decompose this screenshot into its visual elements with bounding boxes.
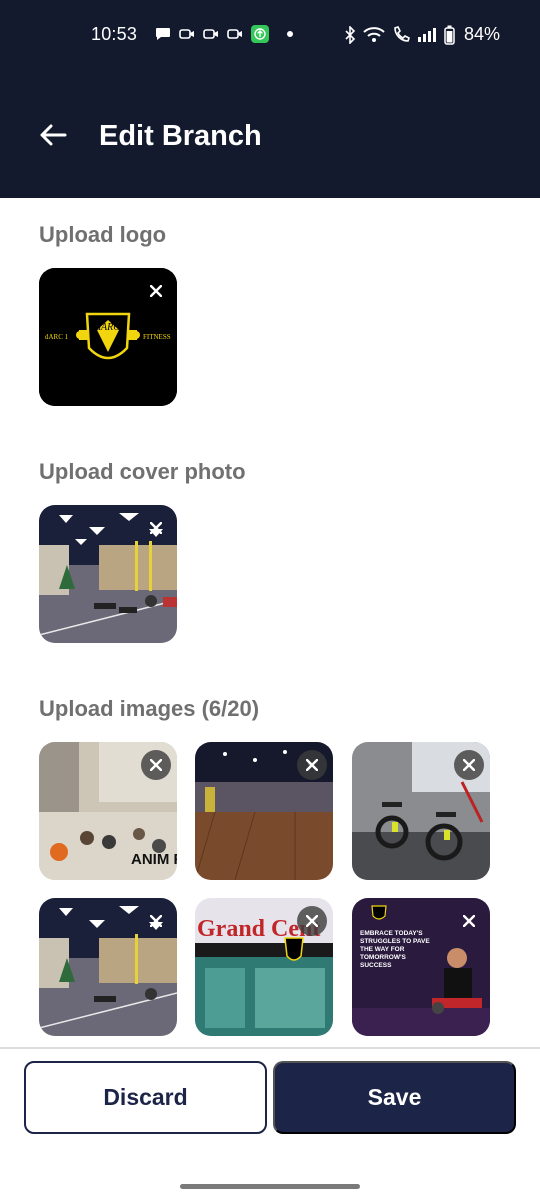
chat-bubble-icon: [156, 28, 170, 40]
logo-left-text: dARC 1: [45, 333, 69, 341]
signal-icon: [417, 27, 436, 42]
wifi-call-icon: [394, 25, 410, 42]
status-bar: 10:53 84%: [0, 22, 540, 48]
home-indicator[interactable]: [180, 1184, 360, 1189]
close-icon: [306, 759, 318, 771]
page-title: Edit Branch: [99, 120, 262, 152]
video-icon: [179, 29, 194, 39]
gallery-image[interactable]: Grand Cent: [195, 898, 333, 1036]
app-header: 10:53 84% Edit Branch: [0, 0, 540, 198]
close-icon: [150, 915, 162, 927]
save-button[interactable]: Save: [273, 1061, 516, 1134]
remove-cover-button[interactable]: [141, 513, 171, 543]
system-status-icons: 84%: [344, 24, 500, 45]
discard-button[interactable]: Discard: [24, 1061, 267, 1134]
cover-thumbnail[interactable]: [39, 505, 177, 643]
status-time: 10:53: [91, 24, 138, 44]
close-icon: [150, 285, 162, 297]
dot-icon: [287, 31, 293, 37]
wifi-icon: [363, 26, 385, 42]
gallery-image[interactable]: ANIM FLO: [39, 742, 177, 880]
close-icon: [150, 522, 162, 534]
upload-images-title: Upload images (6/20): [39, 696, 260, 721]
battery-percentage: 84%: [463, 24, 500, 44]
gallery-image[interactable]: [39, 898, 177, 1036]
bluetooth-icon: [345, 25, 356, 44]
video-icon: [227, 29, 242, 39]
upload-app-icon: [251, 25, 269, 43]
remove-image-button[interactable]: [297, 906, 327, 936]
back-button[interactable]: [36, 118, 70, 152]
logo-right-text: FITNESS: [143, 333, 171, 341]
remove-logo-button[interactable]: [141, 276, 171, 306]
logo-center-text: dARC: [96, 322, 120, 333]
close-icon: [463, 759, 475, 771]
remove-image-button[interactable]: [141, 906, 171, 936]
upload-logo-title: Upload logo: [39, 222, 167, 247]
arrow-left-icon: [40, 124, 67, 146]
remove-image-button[interactable]: [297, 750, 327, 780]
close-icon: [150, 759, 162, 771]
gallery-image[interactable]: [352, 742, 490, 880]
bottom-divider: [0, 1047, 540, 1049]
remove-image-button[interactable]: [454, 906, 484, 936]
remove-image-button[interactable]: [141, 750, 171, 780]
battery-icon: [444, 25, 455, 45]
gallery-image[interactable]: [195, 742, 333, 880]
logo-thumbnail[interactable]: dARC dARC 1 FITNESS: [39, 268, 177, 406]
remove-image-button[interactable]: [454, 750, 484, 780]
video-icon: [203, 29, 218, 39]
close-icon: [463, 915, 475, 927]
notification-icons: [155, 25, 293, 43]
gallery-image[interactable]: EMBRACE TODAY'S STRUGGLES TO PAVE THE WA…: [352, 898, 490, 1036]
image-overlay-text: EMBRACE TODAY'S STRUGGLES TO PAVE THE WA…: [360, 930, 430, 969]
image-overlay-text: ANIM FLO: [131, 851, 177, 868]
close-icon: [306, 915, 318, 927]
upload-cover-title: Upload cover photo: [39, 459, 246, 484]
